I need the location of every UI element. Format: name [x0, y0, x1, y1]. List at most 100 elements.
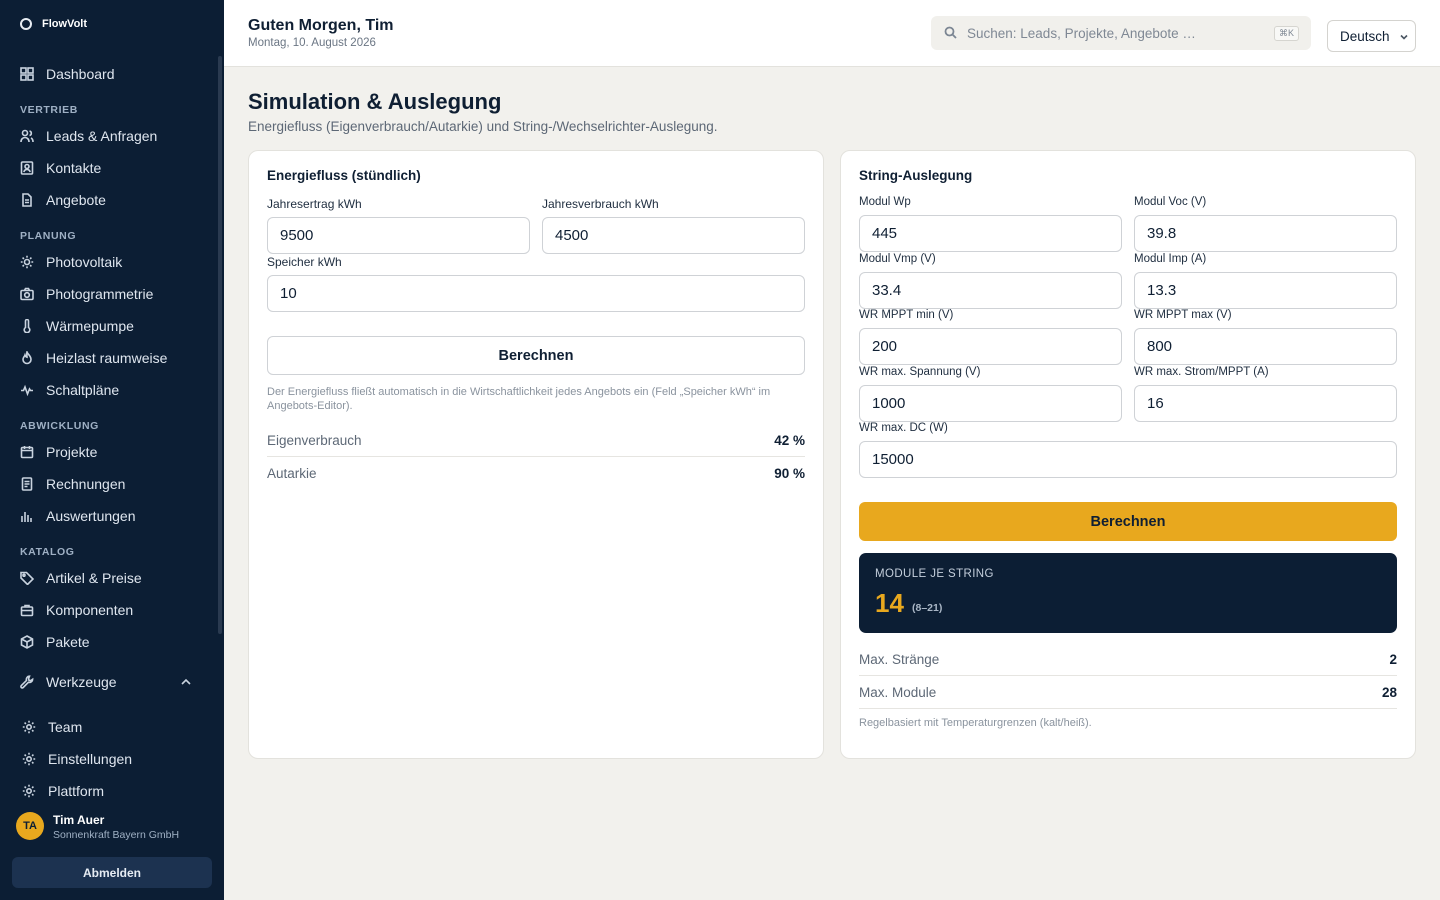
- sidebar-item-label: Photovoltaik: [46, 254, 123, 270]
- header: Guten Morgen, Tim Montag, 10. August 202…: [224, 0, 1440, 67]
- max-straenge-value: 2: [1389, 652, 1397, 667]
- modul-vmp-label: Modul Vmp (V): [859, 253, 936, 265]
- sidebar-item-waermepumpe[interactable]: Wärmepumpe: [20, 314, 134, 338]
- camera-icon: [20, 287, 34, 301]
- jahresertrag-input[interactable]: [267, 217, 530, 254]
- search-input[interactable]: [967, 16, 1267, 50]
- wr-mppt-min-input[interactable]: [859, 328, 1122, 365]
- chevron-down-icon: [1400, 34, 1408, 40]
- section-planung: PLANUNG: [20, 230, 77, 242]
- card-title: Energiefluss (stündlich): [267, 168, 421, 183]
- jahresverbrauch-label: Jahresverbrauch kWh: [542, 197, 659, 211]
- logout-button[interactable]: Abmelden: [12, 857, 212, 888]
- max-module-label: Max. Module: [859, 685, 937, 700]
- sidebar-item-photogrammetrie[interactable]: Photogrammetrie: [20, 282, 153, 306]
- max-straenge-row: Max. Stränge 2: [859, 643, 1397, 676]
- sidebar-item-werkzeuge[interactable]: Werkzeuge: [20, 670, 117, 694]
- user-company: Sonnenkraft Bayern GmbH: [53, 829, 180, 841]
- sidebar-item-pakete[interactable]: Pakete: [20, 630, 90, 654]
- sidebar-item-label: Kontakte: [46, 160, 102, 176]
- section-vertrieb: VERTRIEB: [20, 104, 78, 116]
- sidebar-item-dashboard[interactable]: Dashboard: [20, 62, 115, 86]
- sidebar-item-projekte[interactable]: Projekte: [20, 440, 97, 464]
- sidebar-item-photovoltaik[interactable]: Photovoltaik: [20, 250, 122, 274]
- modules-per-string-result: MODULE JE STRING 14 (8–21): [859, 553, 1397, 633]
- flame-icon: [22, 351, 32, 365]
- max-module-value: 28: [1381, 685, 1397, 700]
- modul-voc-input[interactable]: [1134, 215, 1397, 252]
- document-icon: [22, 193, 32, 207]
- max-straenge-label: Max. Stränge: [859, 652, 940, 667]
- gear-icon: [22, 752, 36, 766]
- result-value: 14: [875, 588, 904, 618]
- language-select[interactable]: Deutsch: [1327, 20, 1416, 52]
- eigenverbrauch-label: Eigenverbrauch: [267, 433, 362, 448]
- brand[interactable]: FlowVolt: [20, 18, 87, 30]
- card-title: String-Auslegung: [859, 168, 973, 183]
- wr-max-strom-input[interactable]: [1134, 385, 1397, 422]
- sidebar-item-team[interactable]: Team: [22, 715, 82, 739]
- divider: [859, 708, 1397, 709]
- sidebar-item-label: Rechnungen: [46, 476, 126, 492]
- sidebar-item-label: Wärmepumpe: [46, 318, 134, 334]
- string-calculate-button[interactable]: Berechnen: [859, 502, 1397, 541]
- wr-max-spannung-label: WR max. Spannung (V): [859, 366, 981, 378]
- wr-max-strom-label: WR max. Strom/MPPT (A): [1134, 366, 1269, 378]
- modul-voc-label: Modul Voc (V): [1134, 196, 1207, 208]
- modul-wp-label: Modul Wp: [859, 196, 911, 208]
- sidebar-item-label: Dashboard: [46, 66, 115, 82]
- sidebar-item-heizlast[interactable]: Heizlast raumweise: [20, 346, 167, 370]
- sidebar-item-rechnungen[interactable]: Rechnungen: [20, 472, 125, 496]
- sidebar-item-label: Werkzeuge: [46, 674, 117, 690]
- sidebar: FlowVolt Dashboard VERTRIEB Leads & Anfr…: [0, 0, 224, 900]
- sidebar-item-label: Projekte: [46, 444, 98, 460]
- section-abwicklung: ABWICKLUNG: [20, 420, 99, 432]
- briefcase-icon: [20, 604, 34, 617]
- wr-max-spannung-input[interactable]: [859, 385, 1122, 422]
- autarkie-value: 90 %: [774, 466, 805, 481]
- sidebar-item-label: Heizlast raumweise: [46, 350, 168, 366]
- package-icon: [20, 635, 34, 649]
- sidebar-item-angebote[interactable]: Angebote: [20, 188, 106, 212]
- gear-icon: [22, 720, 36, 734]
- energy-calculate-button[interactable]: Berechnen: [267, 336, 805, 375]
- eigenverbrauch-row: Eigenverbrauch 42 %: [267, 424, 805, 457]
- sidebar-item-label: Einstellungen: [48, 751, 133, 767]
- sidebar-item-auswertungen[interactable]: Auswertungen: [20, 504, 136, 528]
- string-design-card: String-Auslegung Modul Wp Modul Voc (V) …: [840, 150, 1416, 759]
- sidebar-item-label: Schaltpläne: [46, 382, 120, 398]
- sidebar-item-leads[interactable]: Leads & Anfragen: [20, 124, 157, 148]
- chevron-up-icon[interactable]: [180, 676, 192, 688]
- sidebar-item-plattform[interactable]: Plattform: [22, 779, 104, 803]
- wr-mppt-min-label: WR MPPT min (V): [859, 309, 954, 321]
- sidebar-item-einstellungen[interactable]: Einstellungen: [22, 747, 132, 771]
- energy-note: Der Energiefluss fließt automatisch in d…: [267, 386, 771, 412]
- avatar[interactable]: TA: [16, 812, 44, 840]
- sidebar-item-artikel[interactable]: Artikel & Preise: [20, 566, 142, 590]
- sidebar-item-komponenten[interactable]: Komponenten: [20, 598, 133, 622]
- sidebar-scrollbar[interactable]: [218, 56, 222, 634]
- wr-mppt-max-label: WR MPPT max (V): [1134, 309, 1232, 321]
- speicher-input[interactable]: [267, 275, 805, 312]
- modul-wp-input[interactable]: [859, 215, 1122, 252]
- wr-max-dc-input[interactable]: [859, 441, 1397, 478]
- sidebar-item-label: Artikel & Preise: [46, 570, 142, 586]
- jahresverbrauch-input[interactable]: [542, 217, 805, 254]
- eigenverbrauch-value: 42 %: [774, 433, 805, 448]
- brand-name: FlowVolt: [42, 18, 88, 30]
- modul-vmp-input[interactable]: [859, 272, 1122, 309]
- sidebar-item-kontakte[interactable]: Kontakte: [20, 156, 101, 180]
- sidebar-item-label: Team: [48, 719, 83, 735]
- sidebar-item-label: Angebote: [46, 192, 106, 208]
- contact-card-icon: [20, 161, 34, 175]
- wr-max-dc-label: WR max. DC (W): [859, 422, 948, 434]
- sidebar-item-schaltplaene[interactable]: Schaltpläne: [20, 378, 119, 402]
- receipt-icon: [21, 477, 33, 491]
- sidebar-item-label: Plattform: [48, 783, 105, 799]
- search-shortcut: ⌘K: [1273, 26, 1299, 41]
- sidebar-item-label: Komponenten: [46, 602, 134, 618]
- search-bar[interactable]: ⌘K: [931, 16, 1311, 50]
- speicher-label: Speicher kWh: [267, 255, 342, 269]
- wr-mppt-max-input[interactable]: [1134, 328, 1397, 365]
- modul-imp-input[interactable]: [1134, 272, 1397, 309]
